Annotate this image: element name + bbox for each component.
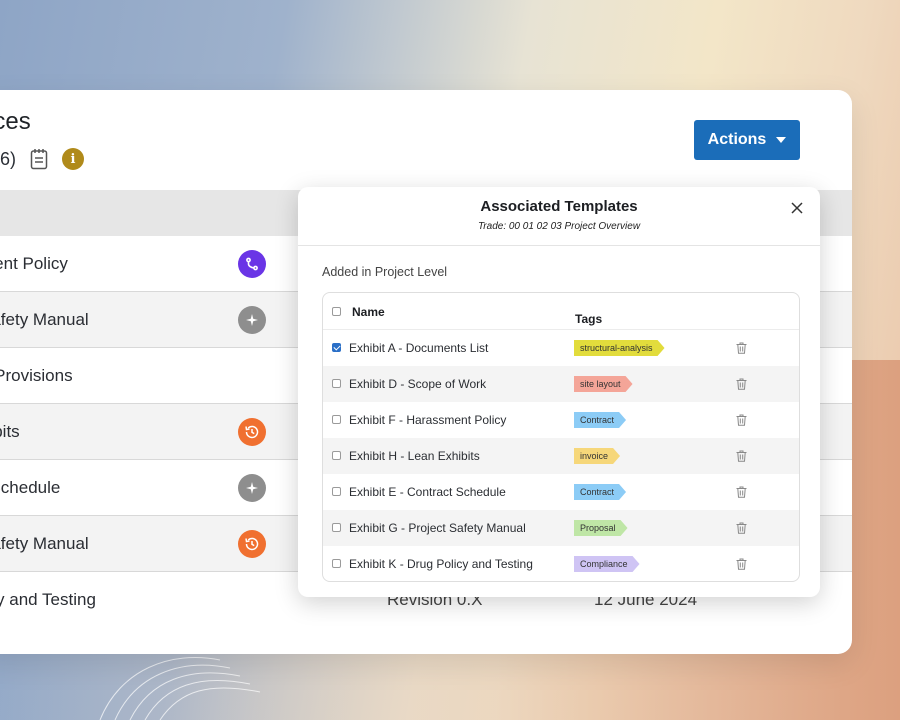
list-item[interactable]: Exhibit G - Project Safety Manual Propos… [323,510,799,546]
info-icon[interactable]: i [62,148,84,170]
modal-subtitle: Trade: 00 01 02 03 Project Overview [477,221,641,232]
associated-templates-modal: Associated Templates Trade: 00 01 02 03 … [298,187,820,597]
list-item[interactable]: Exhibit K - Drug Policy and Testing Comp… [323,546,799,582]
trash-icon[interactable] [736,450,747,462]
row-checkbox[interactable] [332,559,341,568]
section-label: Added in Project Level [322,265,448,279]
row-name: licy and Testing [0,589,96,609]
trash-icon[interactable] [736,378,747,390]
caret-down-icon [776,137,787,143]
history-icon[interactable] [238,417,266,446]
template-name: Exhibit H - Lean Exhibits [349,449,480,463]
trash-icon[interactable] [736,558,747,570]
modal-title: Associated Templates [480,198,638,215]
list-item[interactable]: Exhibit D - Scope of Work site layout [323,366,799,402]
page-title: aces [0,108,31,135]
actions-button-label: Actions [707,131,767,148]
list-header: Name Tags [323,293,799,330]
modal-divider [298,245,820,246]
notepad-icon[interactable] [30,148,48,170]
trash-icon[interactable] [736,414,747,426]
page-subtitle: c (6) i [0,148,84,170]
tag-chip: Proposal [574,520,628,536]
history-icon[interactable] [238,529,266,558]
page-subtitle-text: c (6) [0,148,16,169]
row-name: Safety Manual [0,309,89,329]
column-tags-header: Tags [575,312,603,326]
close-icon[interactable] [790,201,804,215]
row-name: t Schedule [0,477,61,497]
row-name: ment Policy [0,253,68,273]
tag-chip: structural-analysis [574,340,665,356]
merge-icon[interactable] [238,249,266,278]
template-name: Exhibit K - Drug Policy and Testing [349,557,533,571]
list-item[interactable]: Exhibit H - Lean Exhibits invoice [323,438,799,474]
trash-icon[interactable] [736,522,747,534]
template-name: Exhibit E - Contract Schedule [349,485,506,499]
list-item[interactable]: Exhibit E - Contract Schedule Contract [323,474,799,510]
templates-list: Name Tags Exhibit A - Documents List str… [322,292,800,582]
sparkle-icon[interactable] [238,305,266,334]
tag-chip: Contract [574,484,626,500]
row-name: d Provisions [0,365,73,385]
template-name: Exhibit G - Project Safety Manual [349,521,526,535]
actions-button[interactable]: Actions [694,120,800,160]
row-checkbox[interactable] [332,415,341,424]
template-name: Exhibit F - Harassment Policy [349,413,507,427]
row-checkbox[interactable] [332,379,341,388]
tag-chip: invoice [574,448,620,464]
list-item[interactable]: Exhibit F - Harassment Policy Contract [323,402,799,438]
column-name-header: Name [352,305,385,319]
tag-chip: Compliance [574,556,640,572]
row-checkbox[interactable] [332,343,341,352]
template-name: Exhibit D - Scope of Work [349,377,487,391]
trash-icon[interactable] [736,342,747,354]
trash-icon[interactable] [736,486,747,498]
list-item[interactable]: Exhibit A - Documents List structural-an… [323,330,799,366]
row-checkbox[interactable] [332,523,341,532]
tag-chip: site layout [574,376,633,392]
sparkle-icon[interactable] [238,473,266,502]
row-checkbox[interactable] [332,451,341,460]
tag-chip: Contract [574,412,626,428]
select-all-checkbox[interactable] [332,307,341,316]
template-name: Exhibit A - Documents List [349,341,489,355]
row-checkbox[interactable] [332,487,341,496]
row-name: hibits [0,421,20,441]
row-name: Safety Manual [0,533,89,553]
